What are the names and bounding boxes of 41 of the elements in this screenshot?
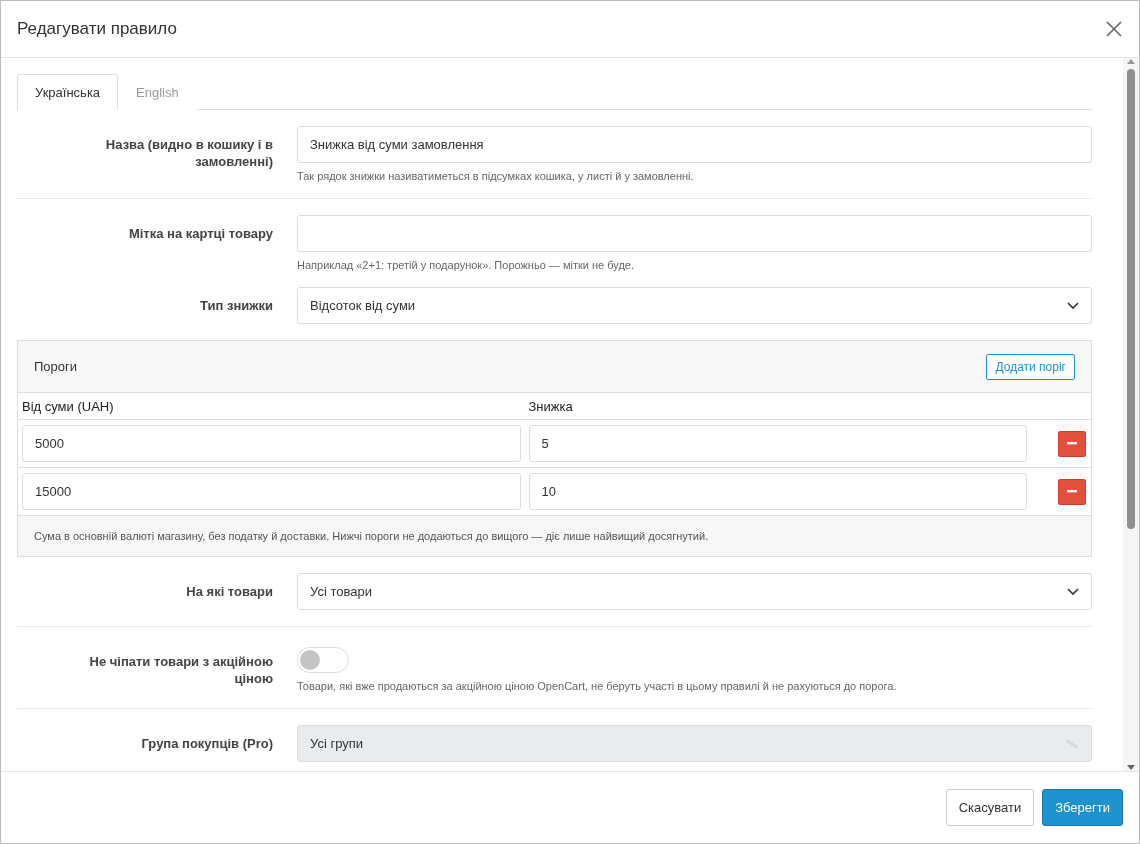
cancel-button[interactable]: Скасувати: [945, 789, 1035, 826]
amount-field[interactable]: 15000: [22, 473, 521, 510]
text-field[interactable]: Знижка від суми замовлення: [297, 126, 1092, 163]
select-value: Усі товари: [310, 584, 372, 599]
save-button[interactable]: Зберегти: [1042, 789, 1123, 826]
panel-note: Сума в основній валюті магазину, без податку й доставки. Нижчі пороги не додаються до вищого — діє лише найвищий досягнутий.: [18, 516, 1091, 556]
remove-button[interactable]: [1058, 478, 1086, 505]
dialog-title: Редагувати правило: [17, 19, 177, 39]
toggle-switch[interactable]: [297, 647, 349, 673]
language-tab[interactable]: Українська: [17, 74, 119, 110]
discount-field[interactable]: 10: [528, 473, 1027, 510]
discount-field[interactable]: 5: [528, 425, 1027, 462]
field-label: На які товари: [186, 583, 273, 601]
amount-field[interactable]: 5000: [22, 425, 521, 462]
help-text: Товари, які вже продаються за акційною ціною OpenCart, не беруть участі в цьому правилі й не рахуються до порога.: [297, 680, 898, 692]
remove-button[interactable]: [1058, 430, 1086, 457]
column-header: Знижка: [528, 398, 574, 414]
scrollbar[interactable]: [1123, 58, 1139, 771]
scroll-down-icon[interactable]: [1126, 764, 1136, 771]
help-text: Так рядок знижки називатиметься в підсумках кошика, у листі й у замовленні.: [297, 170, 695, 182]
field-label: Не чіпати товари з акційною ціною: [88, 653, 273, 688]
select-field[interactable]: Відсоток від суми: [297, 287, 1092, 324]
column-header: Від суми (UAH): [22, 398, 115, 414]
field-label: Група покупців (Pro): [141, 735, 273, 753]
minus-icon: [1067, 490, 1077, 493]
minus-icon: [1067, 442, 1077, 445]
panel-title: Пороги: [34, 359, 78, 374]
field-label: Назва (видно в кошику і в замовленні): [104, 136, 273, 171]
select-value: Відсоток від суми: [310, 298, 416, 313]
select-field[interactable]: Усі товари: [297, 573, 1092, 610]
chevron-down-icon: [1067, 587, 1079, 596]
scroll-up-icon[interactable]: [1126, 58, 1136, 65]
close-icon: [1105, 20, 1123, 38]
help-text: Наприклад «2+1: третій у подарунок». Порожньо — мітки не буде.: [297, 259, 635, 271]
text-field[interactable]: [297, 215, 1092, 252]
field-label: Тип знижки: [200, 297, 273, 315]
add-threshold-button[interactable]: Додати поріг: [986, 353, 1075, 380]
field-label: Мітка на картці товару: [128, 225, 273, 243]
select-value: Усі групи: [310, 736, 363, 751]
close-button[interactable]: [1105, 20, 1123, 38]
chevron-down-icon: [1067, 301, 1079, 310]
